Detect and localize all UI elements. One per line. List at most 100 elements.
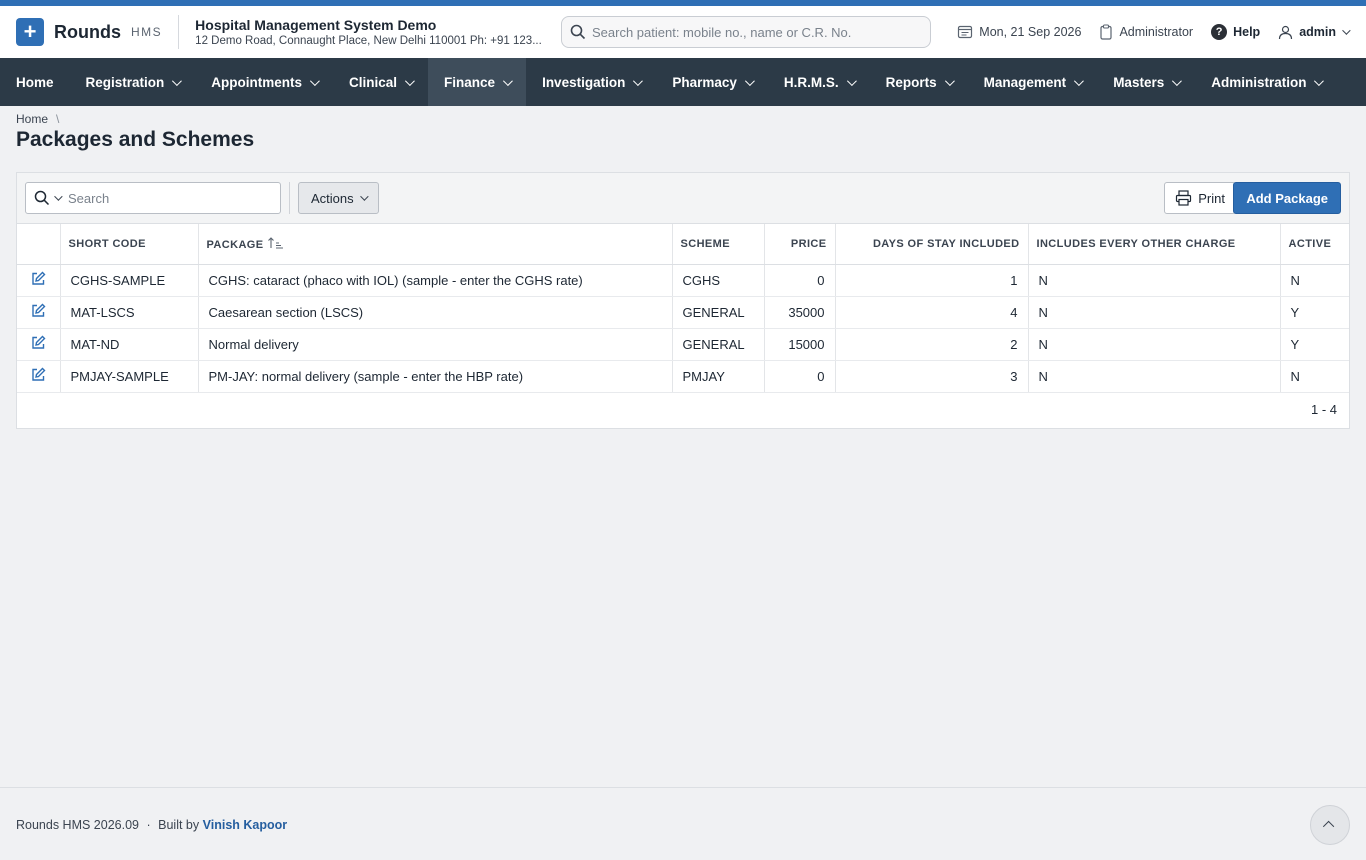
column-label: SHORT CODE — [68, 237, 146, 250]
nav-appointments[interactable]: Appointments — [195, 58, 333, 106]
pagination-info: 1 - 4 — [1310, 402, 1337, 417]
edit-icon[interactable] — [31, 271, 46, 286]
add-package-button[interactable]: Add Package — [1233, 182, 1341, 214]
printer-icon — [1176, 190, 1192, 206]
nav-label: Reports — [885, 74, 937, 90]
scroll-to-top-button[interactable] — [1310, 805, 1350, 845]
edit-icon[interactable] — [31, 303, 46, 318]
app-header: + Rounds HMS Hospital Management System … — [0, 6, 1366, 58]
edit-column-header — [17, 224, 61, 265]
chevron-down-icon — [846, 75, 857, 86]
column-header-includes-every-other-charge[interactable]: INCLUDES EVERY OTHER CHARGE — [1028, 224, 1281, 265]
clipboard-icon — [1100, 24, 1113, 40]
print-button[interactable]: Print — [1164, 182, 1236, 214]
cell-scheme: PMJAY — [672, 360, 765, 393]
nav-masters[interactable]: Masters — [1097, 58, 1195, 106]
column-header-active[interactable]: ACTIVE — [1280, 224, 1349, 265]
column-label: SCHEME — [680, 237, 730, 250]
edit-icon[interactable] — [31, 367, 46, 382]
chevron-down-icon — [1074, 75, 1085, 86]
table-row: MAT-ND Normal delivery GENERAL 15000 2 N… — [17, 328, 1349, 361]
cell-days-of-stay: 3 — [835, 360, 1029, 393]
chevron-up-icon — [1322, 820, 1335, 833]
patient-search-input[interactable] — [592, 24, 922, 40]
search-icon[interactable] — [34, 190, 50, 206]
user-menu[interactable]: admin — [1278, 25, 1351, 40]
edit-cell — [17, 328, 61, 361]
nav-label: Registration — [85, 74, 165, 90]
cell-package: Normal delivery — [198, 328, 673, 361]
column-header-short-code[interactable]: SHORT CODE — [60, 224, 199, 265]
chevron-down-icon — [172, 75, 183, 86]
column-header-scheme[interactable]: SCHEME — [672, 224, 765, 265]
cell-short-code: PMJAY-SAMPLE — [60, 360, 199, 393]
nav-reports[interactable]: Reports — [870, 58, 968, 106]
breadcrumb-home[interactable]: Home — [16, 112, 48, 126]
column-header-package[interactable]: PACKAGE — [198, 224, 673, 265]
nav-administration[interactable]: Administration — [1195, 58, 1337, 106]
built-by-label: Built by — [158, 818, 200, 832]
edit-cell — [17, 264, 61, 297]
cell-price: 0 — [764, 264, 836, 297]
help-text: Help — [1233, 25, 1261, 39]
chevron-down-icon — [359, 192, 369, 201]
cell-active: N — [1280, 264, 1349, 297]
cell-days-of-stay: 1 — [835, 264, 1029, 297]
column-header-price[interactable]: PRICE — [764, 224, 836, 265]
logo-plus-icon[interactable]: + — [16, 18, 44, 46]
nav-home[interactable]: Home — [0, 58, 70, 106]
help-link[interactable]: ? Help — [1211, 24, 1260, 40]
cell-includes-every-other-charge: N — [1028, 360, 1281, 393]
nav-clinical[interactable]: Clinical — [333, 58, 428, 106]
header-divider — [178, 15, 180, 49]
nav-hrms[interactable]: H.R.M.S. — [768, 58, 870, 106]
column-label: PRICE — [790, 237, 827, 250]
brand-name[interactable]: Rounds — [54, 22, 121, 43]
footer-dot: · — [146, 818, 151, 832]
org-address: 12 Demo Road, Connaught Place, New Delhi… — [195, 35, 542, 47]
chevron-down-icon — [1172, 75, 1183, 86]
print-label: Print — [1198, 190, 1225, 206]
cell-package: Caesarean section (LSCS) — [198, 296, 673, 329]
sort-ascending-icon — [268, 236, 283, 249]
nav-registration[interactable]: Registration — [70, 58, 196, 106]
toolbar-divider — [289, 182, 290, 214]
nav-finance[interactable]: Finance — [428, 58, 527, 106]
table-row: PMJAY-SAMPLE PM-JAY: normal delivery (sa… — [17, 360, 1349, 393]
nav-investigation[interactable]: Investigation — [526, 58, 656, 106]
actions-button[interactable]: Actions — [298, 182, 379, 214]
header-right: Mon, 21 Sep 2026 Administrator ? Help ad… — [957, 6, 1351, 58]
packages-report: Actions Print Add Package SHORT CODE PAC… — [16, 172, 1350, 429]
cell-short-code: CGHS-SAMPLE — [60, 264, 199, 297]
patient-search — [561, 16, 931, 48]
role-text: Administrator — [1119, 25, 1194, 39]
column-label: DAYS OF STAY INCLUDED — [872, 237, 1020, 250]
report-search-input[interactable] — [68, 190, 268, 206]
page-footer: Rounds HMS 2026.09 · Built by Vinish Kap… — [0, 787, 1366, 860]
nav-label: Clinical — [349, 74, 398, 90]
date-text: Mon, 21 Sep 2026 — [979, 25, 1082, 39]
nav-management[interactable]: Management — [968, 58, 1098, 106]
user-icon — [1279, 25, 1293, 39]
nav-label: Appointments — [211, 74, 303, 90]
cell-includes-every-other-charge: N — [1028, 296, 1281, 329]
cell-scheme: GENERAL — [672, 328, 765, 361]
main-nav: Home Registration Appointments Clinical … — [0, 58, 1366, 106]
brand-sub: HMS — [131, 25, 163, 39]
edit-cell — [17, 360, 61, 393]
app-version: Rounds HMS 2026.09 — [16, 818, 139, 832]
nav-pharmacy[interactable]: Pharmacy — [656, 58, 768, 106]
column-header-days-of-stay[interactable]: DAYS OF STAY INCLUDED — [835, 224, 1029, 265]
cell-package: PM-JAY: normal delivery (sample - enter … — [198, 360, 673, 393]
cell-short-code: MAT-LSCS — [60, 296, 199, 329]
report-toolbar: Actions Print Add Package — [17, 173, 1349, 224]
table-row: CGHS-SAMPLE CGHS: cataract (phaco with I… — [17, 264, 1349, 297]
chevron-down-icon[interactable] — [54, 192, 63, 201]
column-label: PACKAGE — [206, 238, 264, 251]
page-title: Packages and Schemes — [16, 128, 255, 151]
edit-icon[interactable] — [31, 335, 46, 350]
chevron-down-icon — [405, 75, 415, 86]
author-link[interactable]: Vinish Kapoor — [203, 818, 288, 832]
date-display: Mon, 21 Sep 2026 — [957, 24, 1081, 40]
role-display[interactable]: Administrator — [1099, 24, 1193, 40]
